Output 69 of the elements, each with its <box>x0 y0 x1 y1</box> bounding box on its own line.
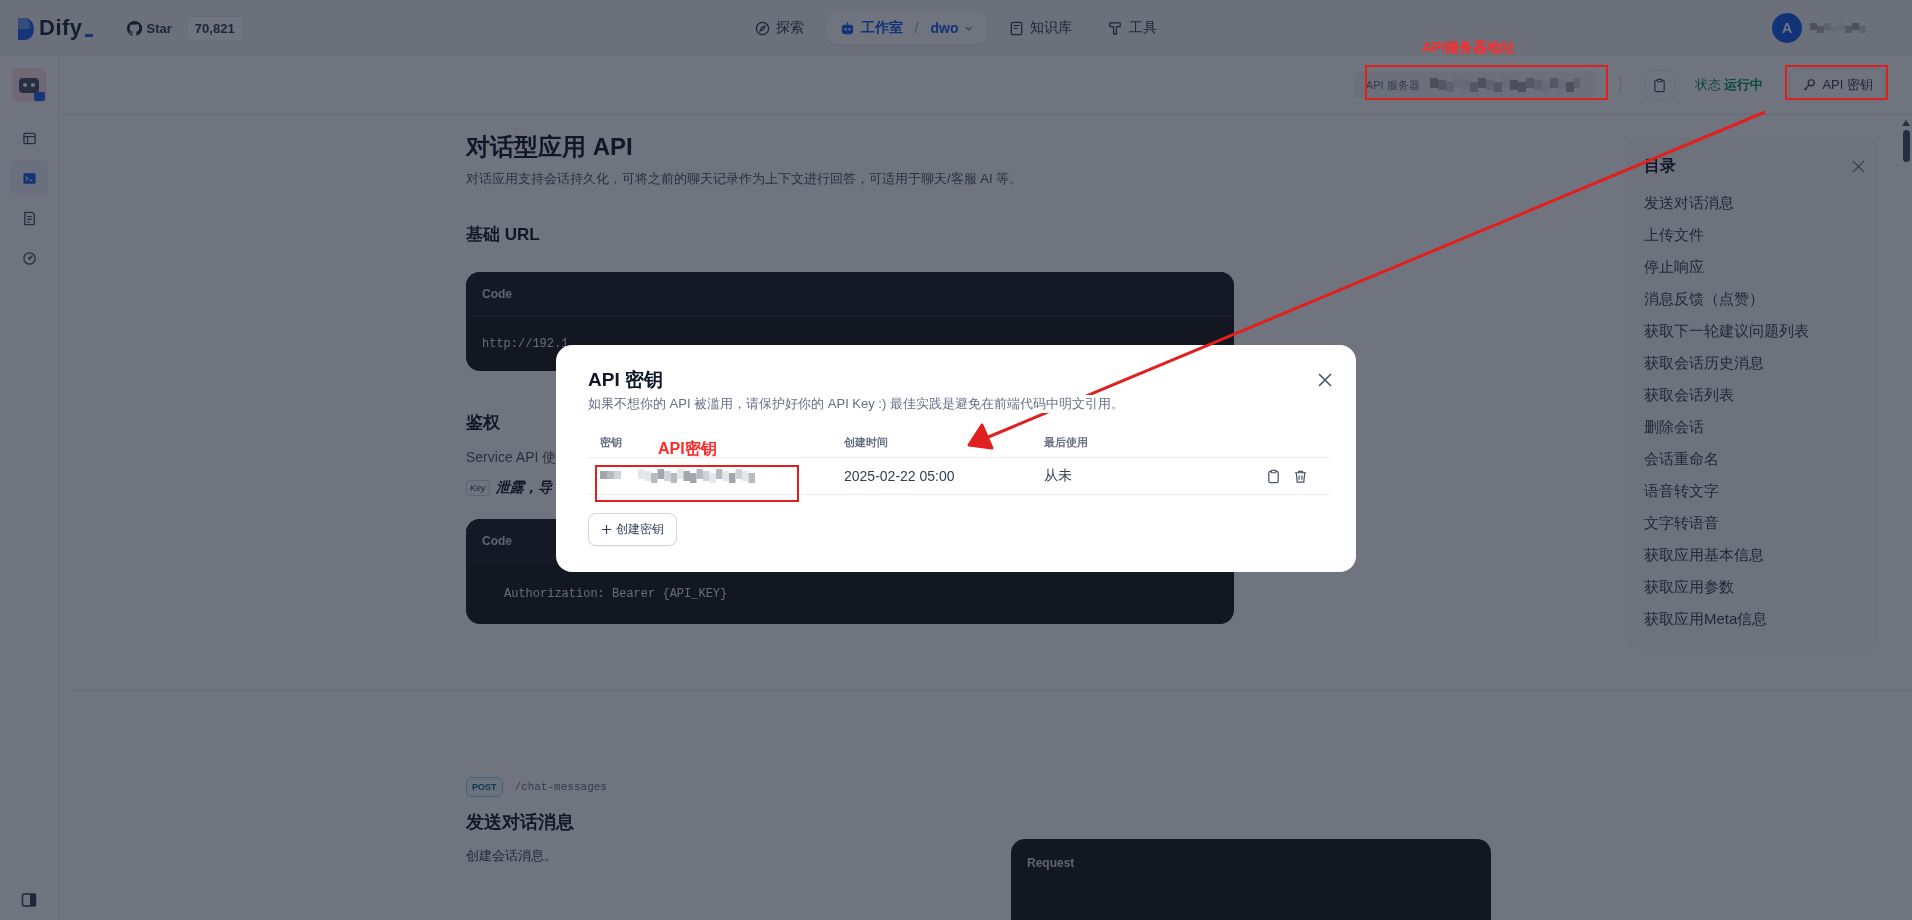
robot-icon <box>839 20 855 36</box>
dify-logo[interactable]: Dify <box>18 16 93 40</box>
code-text: http://192.1 <box>482 337 569 351</box>
nav-tab[interactable]: 工具 <box>1094 12 1172 44</box>
toc-link[interactable]: 发送对话消息 <box>1644 187 1865 219</box>
github-star-button[interactable]: Star <box>122 16 176 40</box>
code-title: Code <box>482 287 512 301</box>
nav-tab[interactable]: 探索 <box>740 12 818 44</box>
close-icon[interactable] <box>1318 373 1332 387</box>
toc-link[interactable]: 获取应用参数 <box>1644 571 1865 603</box>
toc-link[interactable]: 获取下一轮建议问题列表 <box>1644 315 1865 347</box>
page-description: 对话应用支持会话持久化，可将之前的聊天记录作为上下文进行回答，可适用于聊天/客服 AI 等。 <box>466 170 1024 188</box>
create-key-button[interactable]: 创建密钥 <box>588 513 677 546</box>
last-used: 从未 <box>1044 467 1073 485</box>
app-icon[interactable] <box>12 68 46 102</box>
panel-toggle-icon[interactable] <box>21 892 37 908</box>
terminal-icon <box>21 170 37 186</box>
column-header: 最后使用 <box>1044 435 1088 448</box>
section-description: 创建会话消息。 <box>466 847 558 865</box>
hammer-icon <box>1108 20 1124 36</box>
book-icon <box>1009 20 1025 36</box>
nav-tab[interactable]: 工作室 / dwo <box>825 12 988 44</box>
toc-link[interactable]: 文字转语音 <box>1644 507 1865 539</box>
key-badge: Key <box>466 480 490 496</box>
method-tag: POST <box>466 777 503 797</box>
dialog-title: API 密钥 <box>588 368 663 392</box>
created-time: 2025-02-22 05:00 <box>844 468 956 484</box>
key-icon <box>1802 78 1817 92</box>
panel-title: Request <box>1027 856 1075 870</box>
endpoint-path: /chat-messages <box>514 781 607 793</box>
document-icon <box>21 210 37 226</box>
code-title: Code <box>482 534 512 548</box>
column-header: 密钥 <box>600 434 622 450</box>
toc-link[interactable]: 获取应用基本信息 <box>1644 539 1865 571</box>
toc-link[interactable]: 获取会话历史消息 <box>1644 347 1865 379</box>
code-text: Authorization: Bearer {API_KEY} <box>503 587 728 601</box>
toc-link[interactable]: 消息反馈（点赞） <box>1644 283 1865 315</box>
auth-description: Service API 使 <box>466 448 557 467</box>
github-icon <box>126 20 142 36</box>
section-heading: 基础 URL <box>466 224 541 246</box>
section-heading: 鉴权 <box>466 412 501 434</box>
compass-icon <box>754 20 770 36</box>
page-title: 对话型应用 API <box>466 132 634 162</box>
user-avatar[interactable]: A <box>1772 13 1802 43</box>
toc-link[interactable]: 删除会话 <box>1644 411 1865 443</box>
plus-icon <box>601 524 612 535</box>
toc-link[interactable]: 获取会话列表 <box>1644 379 1865 411</box>
section-heading: 发送对话消息 <box>466 811 575 834</box>
toc-link[interactable]: 获取应用Meta信息 <box>1644 603 1865 635</box>
nav-tab[interactable]: 知识库 <box>995 12 1087 44</box>
toc-link[interactable]: 停止响应 <box>1644 251 1865 283</box>
api-key-button[interactable]: API 密钥 <box>1789 68 1886 102</box>
toc-link[interactable]: 上传文件 <box>1644 219 1865 251</box>
star-count: 70,821 <box>185 15 244 41</box>
sidebar-nav-item[interactable] <box>10 160 48 196</box>
layout-icon <box>21 130 37 146</box>
copy-button[interactable] <box>1644 70 1675 100</box>
annotation-label: API服务器地址 <box>1422 39 1516 57</box>
copy-icon[interactable] <box>1266 468 1281 484</box>
column-header: 创建时间 <box>844 435 888 448</box>
delete-icon[interactable] <box>1293 468 1308 484</box>
clipboard-icon <box>1652 77 1668 93</box>
redacted-user-name <box>1810 21 1866 35</box>
warning-text: 泄露，导 <box>495 479 552 497</box>
app-status: 状态 运行中 <box>1693 76 1765 94</box>
annotation-label: API密钥 <box>658 439 717 459</box>
toc-link[interactable]: 会话重命名 <box>1644 443 1865 475</box>
toc-link[interactable]: 语音转文字 <box>1644 475 1865 507</box>
gauge-icon <box>21 250 37 266</box>
